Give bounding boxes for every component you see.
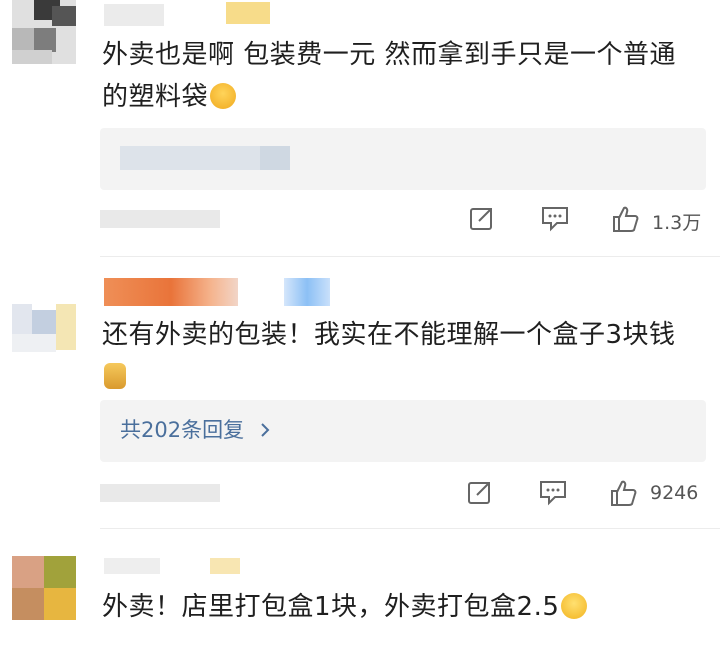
like-count: 1.3万 <box>652 212 702 234</box>
grinning-face-emoji <box>561 593 588 619</box>
chevron-right-icon <box>261 423 270 437</box>
thumbs-up-emoji <box>104 363 126 389</box>
username-redacted[interactable] <box>104 558 160 574</box>
avatar[interactable] <box>12 0 76 64</box>
reply-preview-redacted[interactable] <box>100 128 706 190</box>
comment-3: 外卖！店里打包盒1块，外卖打包盒2.5 <box>0 540 720 647</box>
comment-text: 还有外卖的包装！我实在不能理解一个盒子3块钱 <box>102 314 702 398</box>
reply-count-link[interactable]: 共202条回复 <box>120 414 271 444</box>
username-redacted[interactable] <box>104 4 164 26</box>
share-icon[interactable] <box>468 204 496 236</box>
comment-text: 外卖！店里打包盒1块，外卖打包盒2.5 <box>102 586 702 628</box>
badge-redacted <box>284 278 330 306</box>
share-icon[interactable] <box>466 478 494 510</box>
action-bar: 9246 <box>460 474 710 514</box>
comment-text: 外卖也是啊 包装费一元 然而拿到手只是一个普通的塑料袋 <box>102 40 677 112</box>
timestamp-redacted <box>100 484 220 502</box>
divider <box>100 256 720 257</box>
badge-redacted <box>226 2 270 24</box>
comment-icon[interactable] <box>538 478 568 510</box>
comment-1: 外卖也是啊 包装费一元 然而拿到手只是一个普通的塑料袋 1.3万 <box>0 0 720 252</box>
smirk-face-emoji <box>210 83 237 109</box>
divider <box>100 528 720 529</box>
reply-preview[interactable]: 共202条回复 <box>100 400 706 462</box>
like-icon[interactable] <box>608 478 638 512</box>
username-redacted[interactable] <box>104 278 238 306</box>
action-bar: 1.3万 <box>460 200 710 240</box>
badge-redacted <box>210 558 240 574</box>
like-count: 9246 <box>650 482 699 504</box>
comment-icon[interactable] <box>540 204 570 236</box>
avatar[interactable] <box>12 304 76 352</box>
comment-2: 还有外卖的包装！我实在不能理解一个盒子3块钱 共202条回复 9246 <box>0 262 720 528</box>
like-icon[interactable] <box>610 204 640 238</box>
avatar[interactable] <box>12 556 76 620</box>
timestamp-redacted <box>100 210 220 228</box>
